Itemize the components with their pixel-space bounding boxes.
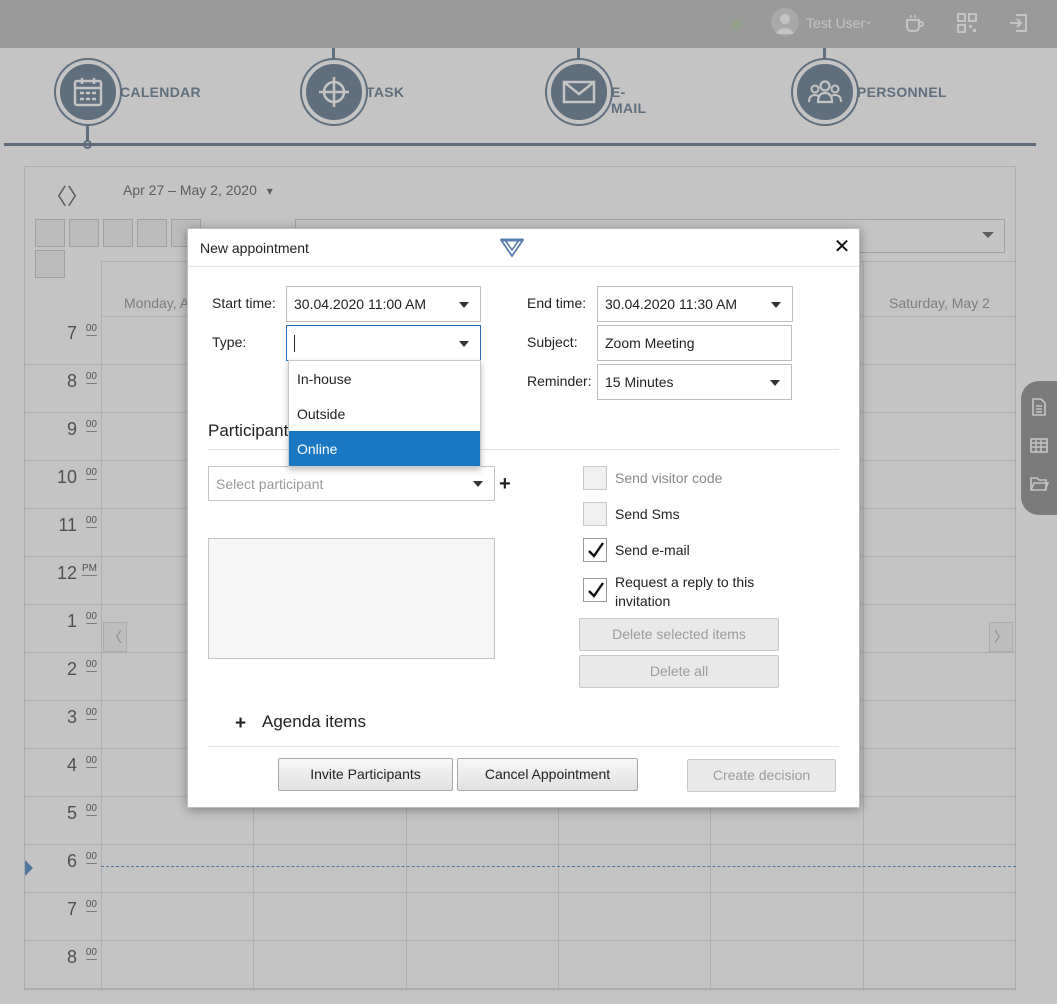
send-sms-checkbox[interactable] (583, 502, 607, 526)
start-time-label: Start time: (212, 295, 276, 311)
reminder-label: Reminder: (527, 373, 592, 389)
checkmark-icon (588, 582, 604, 598)
subject-input[interactable]: Zoom Meeting (597, 325, 792, 361)
send-email-checkbox[interactable] (583, 538, 607, 562)
dropdown-arrow-icon[interactable] (770, 380, 780, 386)
create-decision-button[interactable]: Create decision (687, 759, 836, 792)
type-label: Type: (212, 334, 247, 350)
delete-all-button[interactable]: Delete all (579, 655, 779, 688)
end-time-picker[interactable]: 30.04.2020 11:30 AM (597, 286, 793, 322)
dropdown-arrow-icon[interactable] (459, 341, 469, 347)
footer-divider (208, 746, 839, 747)
end-time-label: End time: (527, 295, 587, 311)
cancel-appointment-button[interactable]: Cancel Appointment (457, 758, 638, 791)
subject-label: Subject: (527, 334, 578, 350)
checkbox-label: Send Sms (615, 506, 680, 522)
type-option-in-house[interactable]: In-house (289, 361, 480, 396)
dialog-header: New appointment ✕ (188, 229, 859, 267)
checkbox-label: Request a reply to this invitation (615, 574, 755, 609)
subject-value: Zoom Meeting (605, 335, 695, 351)
delete-selected-button[interactable]: Delete selected items (579, 618, 779, 651)
agenda-items-toggle[interactable]: Agenda items (262, 712, 366, 732)
type-option-outside[interactable]: Outside (289, 396, 480, 431)
dropdown-arrow-icon[interactable] (459, 302, 469, 308)
expand-agenda-icon[interactable]: + (235, 714, 246, 734)
checkbox-label: Send visitor code (615, 470, 723, 486)
end-time-value: 30.04.2020 11:30 AM (605, 296, 738, 312)
checkmark-icon (588, 542, 604, 558)
type-option-online[interactable]: Online (289, 431, 480, 466)
reminder-value: 15 Minutes (605, 374, 674, 390)
participant-placeholder: Select participant (216, 476, 324, 492)
dropdown-arrow-icon[interactable] (771, 302, 781, 308)
close-icon[interactable]: ✕ (832, 237, 852, 257)
start-time-value: 30.04.2020 11:00 AM (294, 296, 427, 312)
type-dropdown-list: In-house Outside Online (288, 360, 481, 467)
text-caret (294, 335, 295, 352)
participant-select[interactable]: Select participant (208, 466, 495, 501)
new-appointment-dialog: New appointment ✕ Start time: 30.04.2020… (187, 228, 860, 808)
type-combobox[interactable] (286, 325, 481, 361)
reminder-select[interactable]: 15 Minutes (597, 364, 792, 400)
start-time-picker[interactable]: 30.04.2020 11:00 AM (286, 286, 481, 322)
checkbox-label: Send e-mail (615, 542, 690, 558)
add-participant-button[interactable]: + (499, 474, 511, 494)
dialog-title: New appointment (200, 240, 309, 256)
brand-logo-icon (499, 238, 525, 258)
participant-list[interactable] (208, 538, 495, 659)
invite-participants-button[interactable]: Invite Participants (278, 758, 453, 791)
request-reply-checkbox[interactable] (583, 578, 607, 602)
dropdown-arrow-icon[interactable] (473, 481, 483, 487)
send-visitor-code-checkbox[interactable] (583, 466, 607, 490)
participants-heading: Participant (208, 421, 289, 440)
